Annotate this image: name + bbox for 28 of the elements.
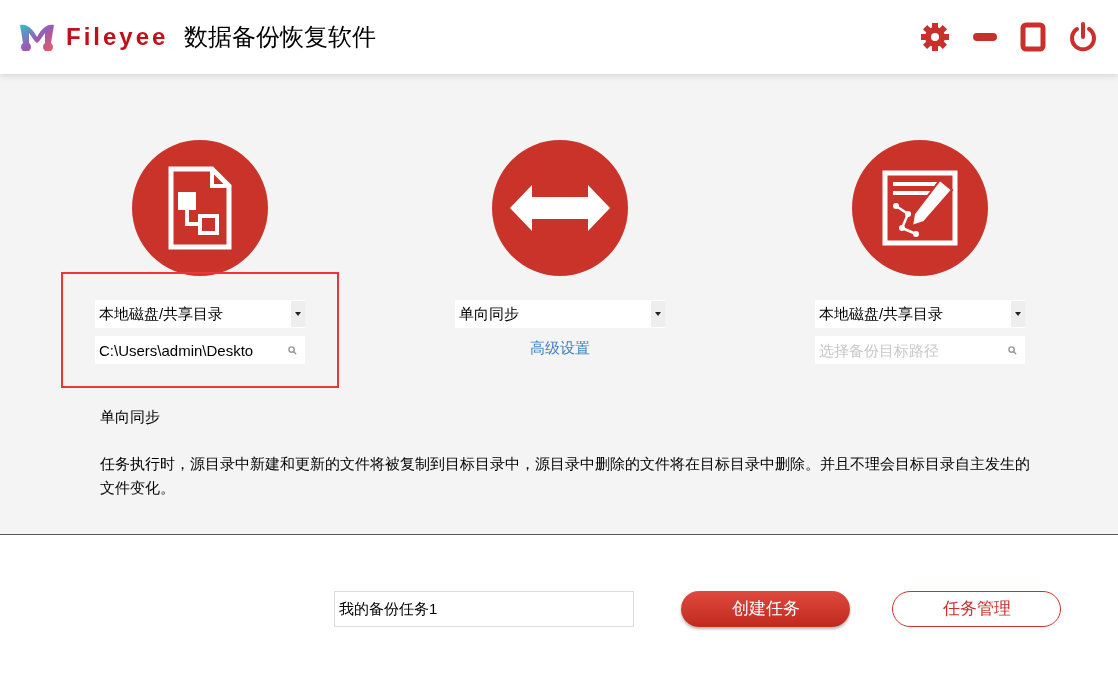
power-icon [1068,22,1098,52]
dropdown[interactable]: 本地磁盘/共享目录 [815,300,1025,328]
search-icon [1008,346,1017,355]
task-name-field[interactable]: 我的备份任务1 [334,591,634,627]
dropdown[interactable]: 单向同步 [455,300,665,328]
settings-icon [920,22,950,52]
mode-description: 任务执行时，源目录中新建和更新的文件将被复制到目标目录中，源目录中删除的文件将在目标目录中删除。并且不理会目标目录自主发生的文件变化。 [100,453,1031,498]
mode-title: 单向同步 [100,407,161,427]
brand-name: Fileyee [66,22,169,52]
minimize-icon [973,33,997,41]
maximize-button[interactable] [1020,22,1046,52]
power-button[interactable] [1068,22,1098,52]
dropdown[interactable]: 本地磁盘/共享目录 [95,300,305,328]
double-arrow-icon [510,185,610,231]
document-icon [168,166,232,250]
caret-icon [1011,301,1025,327]
path-field[interactable]: C:\Users\admin\Deskto [95,336,305,364]
settings-button[interactable] [920,22,950,52]
app-title: 数据备份恢复软件 [184,22,377,52]
search-icon [288,346,297,355]
task-manager-button[interactable]: 任务管理 [892,591,1061,627]
logo-icon [18,23,56,51]
caret-icon [291,301,305,327]
advanced-settings-link[interactable]: 高级设置 [530,337,590,360]
notepad-pencil-icon [882,170,958,246]
create-task-button[interactable]: 创建任务 [681,591,850,627]
maximize-icon [1020,22,1046,52]
caret-icon [651,301,665,327]
